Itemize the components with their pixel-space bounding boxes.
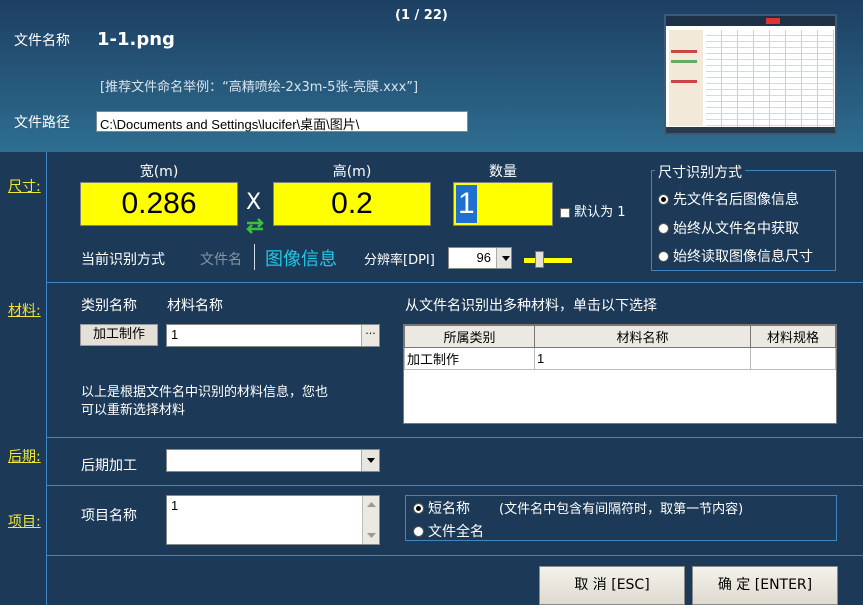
swap-arrows-icon[interactable] xyxy=(244,218,266,234)
option-label: 短名称 xyxy=(428,501,470,517)
mode-separator xyxy=(254,244,255,270)
category-label: 类别名称 xyxy=(81,298,137,314)
option-label: 始终从文件名中获取 xyxy=(673,221,799,237)
table-cell: 1 xyxy=(534,347,751,370)
scroll-arrows-icon[interactable] xyxy=(363,496,380,544)
size-mode-option-1[interactable]: 先文件名后图像信息 xyxy=(658,189,799,209)
default-qty-label: 默认为 1 xyxy=(574,205,626,220)
quantity-label: 数量 xyxy=(489,164,517,180)
radio-icon[interactable] xyxy=(658,223,669,234)
mode-filename-text: 文件名 xyxy=(200,252,242,268)
textarea-scrollbar[interactable] xyxy=(362,496,379,544)
table-cell: 加工制作 xyxy=(404,347,535,370)
file-path-field[interactable]: C:\Documents and Settings\lucifer\桌面\图片\ xyxy=(96,111,468,132)
material-note-line2: 可以重新选择材料 xyxy=(81,403,186,418)
section-label-size: 尺寸: xyxy=(8,179,41,195)
dpi-label: 分辨率[DPI] xyxy=(364,253,435,268)
material-note-line1: 以上是根据文件名中识别的材料信息，您也 xyxy=(81,385,329,400)
material-table: 所属类别 材料名称 材料规格 加工制作 1 xyxy=(403,324,837,424)
size-mode-title: 尺寸识别方式 xyxy=(655,162,745,182)
ok-button[interactable]: 确 定 [ENTER] xyxy=(692,566,838,605)
post-process-label: 后期加工 xyxy=(81,458,137,474)
height-input[interactable]: 0.2 xyxy=(273,182,431,226)
table-cell xyxy=(750,347,836,370)
multi-material-hint: 从文件名识别出多种材料，单击以下选择 xyxy=(405,298,657,314)
column-header: 材料规格 xyxy=(750,325,836,348)
cancel-button[interactable]: 取 消 [ESC] xyxy=(539,566,685,605)
divider xyxy=(47,437,863,438)
radio-selected-icon[interactable] xyxy=(658,194,669,205)
material-name-value: 1 xyxy=(171,327,179,342)
post-process-select[interactable] xyxy=(166,449,380,472)
file-name-value: 1-1.png xyxy=(97,29,175,50)
browse-material-button[interactable]: ··· xyxy=(361,325,379,346)
height-label: 高(m) xyxy=(332,164,372,180)
slider-thumb-icon[interactable] xyxy=(535,251,544,268)
project-name-textarea[interactable]: 1 xyxy=(166,495,380,545)
table-row[interactable]: 加工制作 1 xyxy=(404,347,836,370)
chevron-down-icon[interactable] xyxy=(361,450,379,471)
divider xyxy=(47,555,863,556)
current-mode-label: 当前识别方式 xyxy=(81,252,165,268)
column-header: 材料名称 xyxy=(534,325,751,348)
file-path-label: 文件路径 xyxy=(14,115,70,131)
size-mode-option-2[interactable]: 始终从文件名中获取 xyxy=(658,218,799,238)
category-field[interactable]: 加工制作 xyxy=(80,324,158,346)
material-name-label: 材料名称 xyxy=(167,298,223,314)
dpi-value: 96 xyxy=(476,250,491,265)
chevron-down-icon[interactable] xyxy=(496,248,511,268)
naming-hint: [推荐文件命名举例：“高精喷绘-2x3m-5张-亮膜.xxx”] xyxy=(100,80,419,95)
section-label-post: 后期: xyxy=(8,449,41,465)
file-name-label: 文件名称 xyxy=(14,33,70,49)
column-header: 所属类别 xyxy=(404,325,535,348)
section-divider-vertical xyxy=(46,152,47,605)
times-sign: X xyxy=(246,190,262,215)
quantity-value: 1 xyxy=(456,185,477,223)
mode-image-text: 图像信息 xyxy=(265,249,337,270)
quantity-input[interactable]: 1 xyxy=(453,182,553,226)
section-label-material: 材料: xyxy=(8,303,41,319)
short-name-note: (文件名中包含有间隔符时，取第一节内容) xyxy=(499,502,744,517)
image-preview-thumbnail xyxy=(664,14,837,135)
width-input[interactable]: 0.286 xyxy=(80,182,238,226)
width-label: 宽(m) xyxy=(139,164,179,180)
dpi-slider-track[interactable] xyxy=(524,258,572,263)
project-option-full[interactable]: 文件全名 xyxy=(413,521,484,541)
radio-icon[interactable] xyxy=(413,526,424,537)
project-option-short[interactable]: 短名称 xyxy=(413,498,470,518)
default-qty-checkbox[interactable] xyxy=(560,207,570,218)
material-name-input[interactable]: 1 xyxy=(166,324,380,347)
radio-icon[interactable] xyxy=(658,251,669,262)
option-label: 始终读取图像信息尺寸 xyxy=(673,249,813,265)
size-mode-option-3[interactable]: 始终读取图像信息尺寸 xyxy=(658,246,813,266)
radio-selected-icon[interactable] xyxy=(413,503,424,514)
divider xyxy=(47,282,863,283)
table-header-row: 所属类别 材料名称 材料规格 xyxy=(404,325,836,348)
default-qty-checkbox-row[interactable]: 默认为 1 xyxy=(560,201,626,220)
divider xyxy=(47,485,863,486)
option-label: 文件全名 xyxy=(428,524,484,540)
file-counter: (1 / 22) xyxy=(395,8,448,23)
option-label: 先文件名后图像信息 xyxy=(673,192,799,208)
project-name-label: 项目名称 xyxy=(81,508,137,524)
section-label-project: 项目: xyxy=(8,514,41,530)
project-name-value: 1 xyxy=(171,498,179,513)
